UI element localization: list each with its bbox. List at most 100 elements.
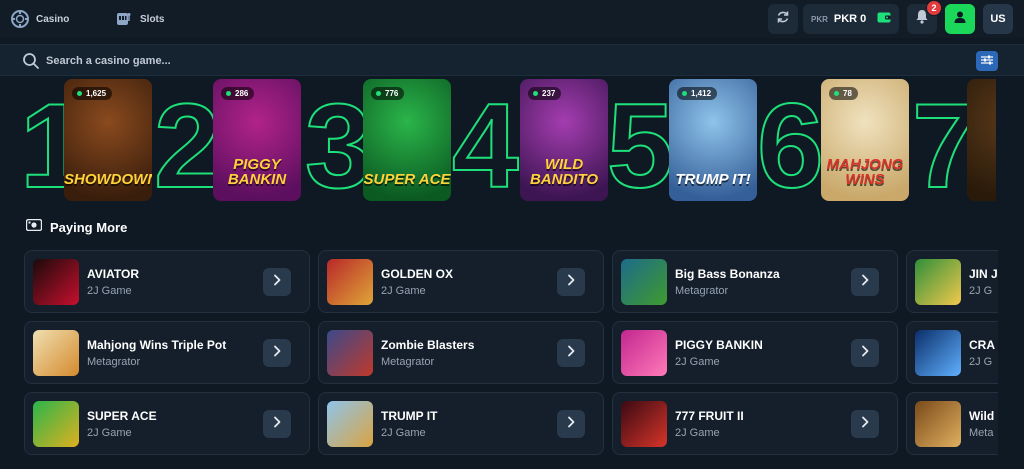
game-card[interactable]: AVIATOR 2J Game — [24, 250, 310, 313]
chevron-right-icon — [566, 344, 576, 362]
game-provider: 2J Game — [381, 427, 426, 439]
refresh-balance-button[interactable] — [768, 4, 798, 34]
search-bar — [0, 44, 1024, 76]
nav-slots[interactable]: Slots — [114, 9, 164, 29]
player-count: 78 — [843, 89, 852, 98]
game-thumbnail — [33, 401, 79, 447]
filter-button[interactable] — [976, 51, 998, 71]
game-card[interactable]: Mahjong Wins Triple Pot Metagrator — [24, 321, 310, 384]
casino-chip-icon — [10, 9, 30, 29]
online-dot-icon — [834, 91, 839, 96]
section-header: Paying More — [25, 218, 127, 236]
top-game-card[interactable]: 237 WILD BANDITO — [520, 79, 608, 201]
player-count-pill: 1,412 — [677, 87, 718, 100]
open-game-button[interactable] — [557, 268, 585, 296]
top-game-card[interactable]: 776 SUPER ACE — [363, 79, 451, 201]
player-count-pill: 776 — [371, 87, 405, 100]
game-card[interactable]: Big Bass Bonanza Metagrator — [612, 250, 898, 313]
player-count-pill: 1,625 — [72, 87, 113, 100]
rank-number: 3 — [304, 79, 373, 204]
rank-number: 4 — [451, 79, 520, 204]
nav-slots-label: Slots — [140, 13, 165, 25]
game-card[interactable]: Wild Meta — [906, 392, 998, 455]
game-card[interactable]: SUPER ACE 2J Game — [24, 392, 310, 455]
chevron-right-icon — [272, 344, 282, 362]
game-name: SUPER ACE — [87, 409, 157, 423]
open-game-button[interactable] — [557, 410, 585, 438]
open-game-button[interactable] — [263, 410, 291, 438]
game-logo-text: SUPER ACE — [363, 171, 451, 188]
open-game-button[interactable] — [263, 339, 291, 367]
game-provider: 2J G — [969, 285, 993, 297]
notification-count-badge: 2 — [926, 0, 942, 16]
game-thumbnail — [621, 330, 667, 376]
game-provider: Meta — [969, 427, 994, 439]
top-game-card[interactable]: 78 MAHJONG WINS — [821, 79, 909, 201]
open-game-button[interactable] — [851, 410, 879, 438]
chevron-right-icon — [272, 273, 282, 291]
player-count: 1,412 — [691, 89, 712, 98]
game-card[interactable]: CRA 2J G — [906, 321, 998, 384]
game-name: Mahjong Wins Triple Pot — [87, 338, 227, 352]
games-grid: AVIATOR 2J Game GOLDEN OX 2J Game Big Bass B… — [24, 250, 998, 462]
wallet-balance-button[interactable]: PKR PKR 0 — [803, 4, 899, 34]
rank-number: 6 — [756, 79, 825, 204]
money-icon — [25, 218, 43, 236]
game-logo-text: MAHJONG WINS — [826, 156, 904, 188]
game-name: PIGGY BANKIN — [675, 338, 763, 352]
player-count-pill: 286 — [221, 87, 255, 100]
top-game-card[interactable] — [967, 79, 996, 201]
game-provider: 2J Game — [87, 285, 132, 297]
slot-machine-icon — [114, 9, 134, 29]
game-provider: 2J G — [969, 356, 993, 368]
player-count: 1,625 — [86, 89, 107, 98]
top-game-card[interactable]: 1,625 SHOWDOWN — [64, 79, 152, 201]
partial-card-art — [967, 79, 996, 201]
search-input[interactable] — [46, 51, 646, 71]
rank-number: 2 — [153, 79, 222, 204]
chevron-right-icon — [860, 344, 870, 362]
player-count: 237 — [542, 89, 556, 98]
game-card[interactable]: 777 FRUIT II 2J Game — [612, 392, 898, 455]
balance-amount: PKR 0 — [833, 13, 867, 25]
game-name: Zombie Blasters — [381, 338, 475, 352]
player-count: 776 — [385, 89, 399, 98]
game-thumbnail — [33, 259, 79, 305]
user-profile-button[interactable] — [945, 4, 975, 34]
game-card[interactable]: JIN J 2J G — [906, 250, 998, 313]
open-game-button[interactable] — [851, 339, 879, 367]
page: Casino Slots PKR PKR 0 2 US Search a cas… — [0, 0, 1024, 469]
game-thumbnail — [327, 330, 373, 376]
search-icon — [22, 52, 40, 70]
game-thumbnail — [915, 259, 961, 305]
nav-casino-label: Casino — [36, 13, 70, 25]
game-thumbnail — [915, 401, 961, 447]
game-thumbnail — [621, 401, 667, 447]
chevron-right-icon — [566, 273, 576, 291]
game-name: JIN J — [969, 267, 998, 281]
game-thumbnail — [915, 330, 961, 376]
top-game-card[interactable]: 1,412 TRUMP IT! — [669, 79, 757, 201]
notifications-button[interactable]: 2 — [907, 0, 942, 34]
top-game-card[interactable]: 286 PIGGY BANKIN — [213, 79, 301, 201]
player-count-pill: 237 — [528, 87, 562, 100]
game-thumbnail — [33, 330, 79, 376]
game-provider: Metagrator — [87, 356, 141, 368]
game-thumbnail — [327, 401, 373, 447]
game-logo-text: PIGGY BANKIN — [227, 156, 287, 188]
game-card[interactable]: PIGGY BANKIN 2J Game — [612, 321, 898, 384]
open-game-button[interactable] — [557, 339, 585, 367]
language-button[interactable]: US — [983, 4, 1013, 34]
game-card[interactable]: TRUMP IT 2J Game — [318, 392, 604, 455]
game-name: AVIATOR — [87, 267, 140, 281]
online-dot-icon — [376, 91, 381, 96]
open-game-button[interactable] — [851, 268, 879, 296]
wallet-icon — [877, 10, 891, 28]
currency-code: PKR — [811, 14, 828, 24]
game-card[interactable]: Zombie Blasters Metagrator — [318, 321, 604, 384]
game-provider: 2J Game — [675, 427, 720, 439]
open-game-button[interactable] — [263, 268, 291, 296]
nav-casino[interactable]: Casino — [10, 9, 69, 29]
game-card[interactable]: GOLDEN OX 2J Game — [318, 250, 604, 313]
game-name: 777 FRUIT II — [675, 409, 744, 423]
